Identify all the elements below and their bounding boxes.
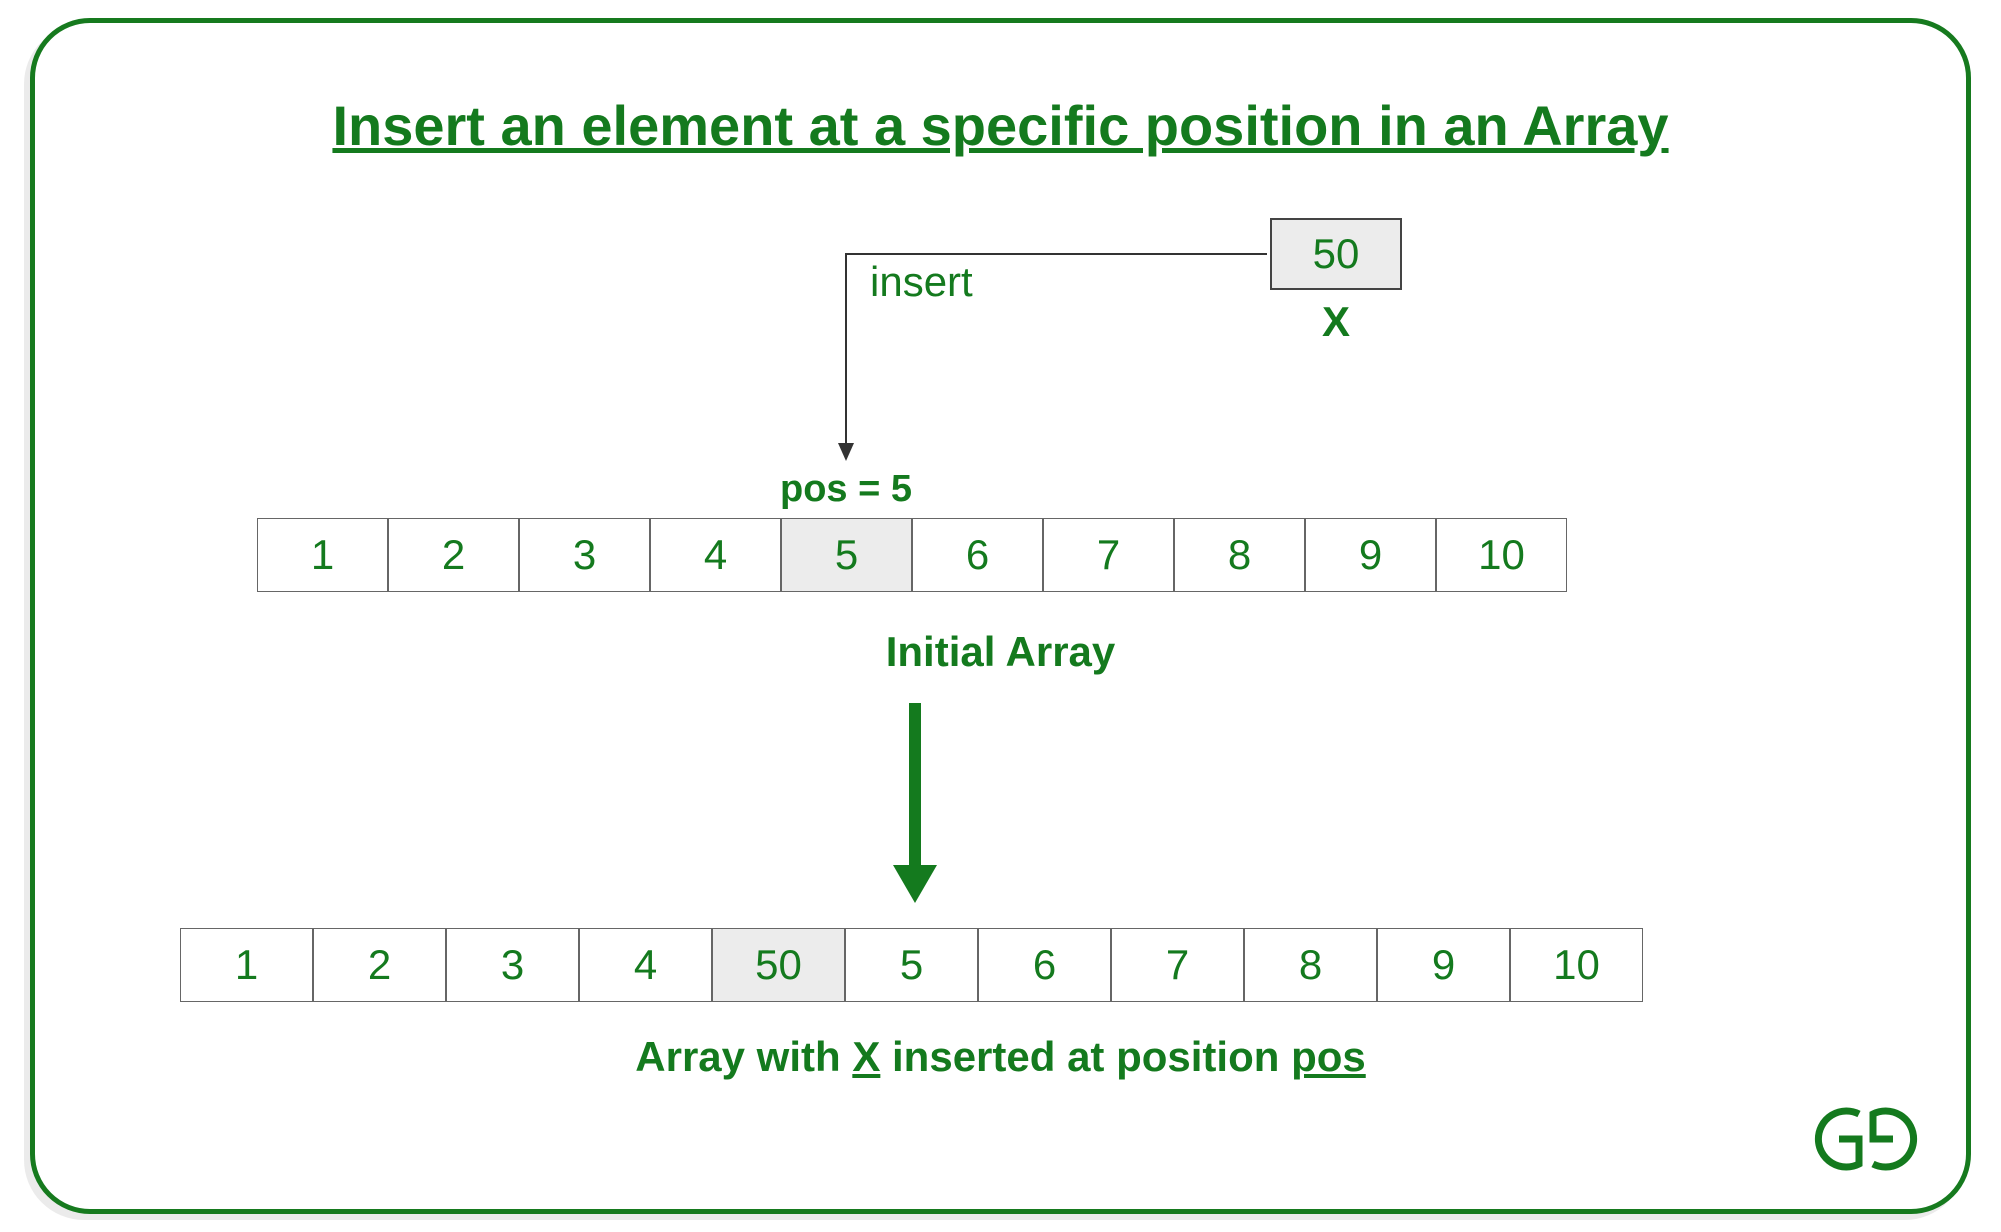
array-cell: 4 <box>579 928 712 1002</box>
array-cell: 6 <box>912 518 1043 592</box>
array-cell: 6 <box>978 928 1111 1002</box>
array-cell: 3 <box>446 928 579 1002</box>
pos-label: pos = 5 <box>780 468 912 511</box>
initial-array: 12345678910 <box>257 518 1567 592</box>
result-label-pos: pos <box>1291 1033 1366 1080</box>
array-cell: 9 <box>1305 518 1436 592</box>
initial-array-label: Initial Array <box>35 628 1966 676</box>
result-array-label: Array with X inserted at position pos <box>35 1033 1966 1081</box>
array-cell: 8 <box>1244 928 1377 1002</box>
array-cell: 9 <box>1377 928 1510 1002</box>
array-cell: 1 <box>180 928 313 1002</box>
diagram-frame: Insert an element at a specific position… <box>30 18 1971 1214</box>
array-cell: 10 <box>1510 928 1643 1002</box>
insert-label: insert <box>870 258 973 306</box>
array-cell: 10 <box>1436 518 1567 592</box>
result-label-pre: Array with <box>635 1033 852 1080</box>
array-cell: 3 <box>519 518 650 592</box>
result-label-x: X <box>852 1033 880 1080</box>
result-array: 1234505678910 <box>180 928 1643 1002</box>
array-cell: 2 <box>313 928 446 1002</box>
array-cell: 2 <box>388 518 519 592</box>
array-cell: 50 <box>712 928 845 1002</box>
array-cell: 8 <box>1174 518 1305 592</box>
array-cell: 5 <box>781 518 912 592</box>
x-label: X <box>1270 298 1402 346</box>
result-label-mid: inserted at position <box>880 1033 1291 1080</box>
gfg-logo-icon <box>1801 1099 1931 1184</box>
array-cell: 4 <box>650 518 781 592</box>
x-value-box: 50 <box>1270 218 1402 290</box>
title: Insert an element at a specific position… <box>35 93 1966 158</box>
array-cell: 1 <box>257 518 388 592</box>
array-cell: 7 <box>1111 928 1244 1002</box>
array-cell: 5 <box>845 928 978 1002</box>
array-cell: 7 <box>1043 518 1174 592</box>
